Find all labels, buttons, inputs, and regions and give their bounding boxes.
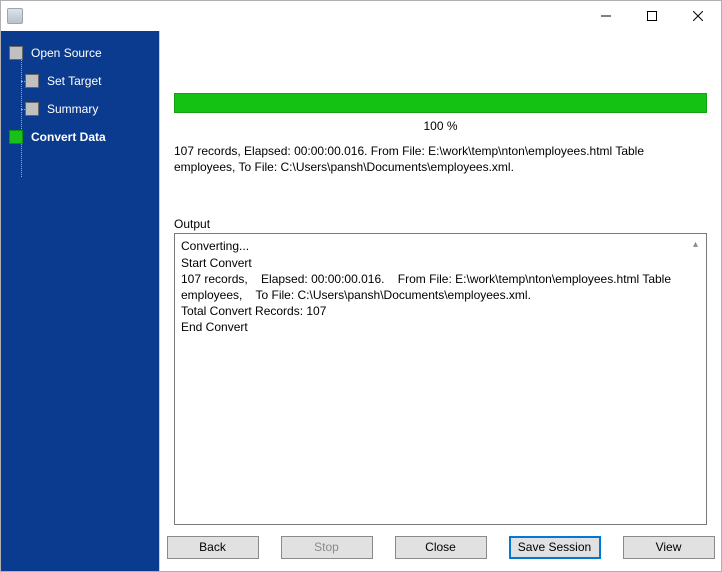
sidebar-item-convert-data[interactable]: Convert Data	[1, 123, 159, 151]
sidebar-item-open-source[interactable]: Open Source	[1, 39, 159, 67]
spacer	[174, 41, 707, 93]
sidebar-item-label: Convert Data	[31, 130, 106, 144]
maximize-button[interactable]	[629, 1, 675, 31]
output-textbox[interactable]: Converting... Start Convert 107 records,…	[174, 233, 707, 525]
window-body: Open Source Set Target Summary Convert D…	[1, 31, 721, 571]
sidebar-item-label: Summary	[47, 102, 98, 116]
back-button[interactable]: Back	[167, 536, 259, 559]
output-text: Converting... Start Convert 107 records,…	[181, 238, 700, 335]
close-icon	[693, 11, 703, 21]
close-window-button[interactable]	[675, 1, 721, 31]
step-bullet-icon	[9, 46, 23, 60]
output-label: Output	[174, 217, 707, 231]
sidebar-item-set-target[interactable]: Set Target	[1, 67, 159, 95]
content-area: 100 % 107 records, Elapsed: 00:00:00.016…	[160, 31, 721, 529]
step-bullet-icon	[9, 130, 23, 144]
titlebar-left	[1, 8, 29, 24]
step-bullet-icon	[25, 102, 39, 116]
progress-fill	[175, 94, 706, 112]
status-text: 107 records, Elapsed: 00:00:00.016. From…	[174, 143, 707, 175]
scroll-up-icon: ▴	[687, 236, 704, 253]
minimize-icon	[601, 11, 611, 21]
main-panel: 100 % 107 records, Elapsed: 00:00:00.016…	[159, 31, 721, 571]
close-button[interactable]: Close	[395, 536, 487, 559]
step-bullet-icon	[25, 74, 39, 88]
app-icon	[7, 8, 23, 24]
progress-percent-label: 100 %	[174, 119, 707, 133]
sidebar-item-label: Open Source	[31, 46, 102, 60]
window-controls	[583, 1, 721, 31]
progress-bar	[174, 93, 707, 113]
button-row: Back Stop Close Save Session View	[160, 529, 721, 571]
wizard-sidebar: Open Source Set Target Summary Convert D…	[1, 31, 159, 571]
titlebar	[1, 1, 721, 31]
app-window: Open Source Set Target Summary Convert D…	[0, 0, 722, 572]
view-button[interactable]: View	[623, 536, 715, 559]
sidebar-item-summary[interactable]: Summary	[1, 95, 159, 123]
stop-button: Stop	[281, 536, 373, 559]
minimize-button[interactable]	[583, 1, 629, 31]
save-session-button[interactable]: Save Session	[509, 536, 601, 559]
maximize-icon	[647, 11, 657, 21]
sidebar-item-label: Set Target	[47, 74, 101, 88]
